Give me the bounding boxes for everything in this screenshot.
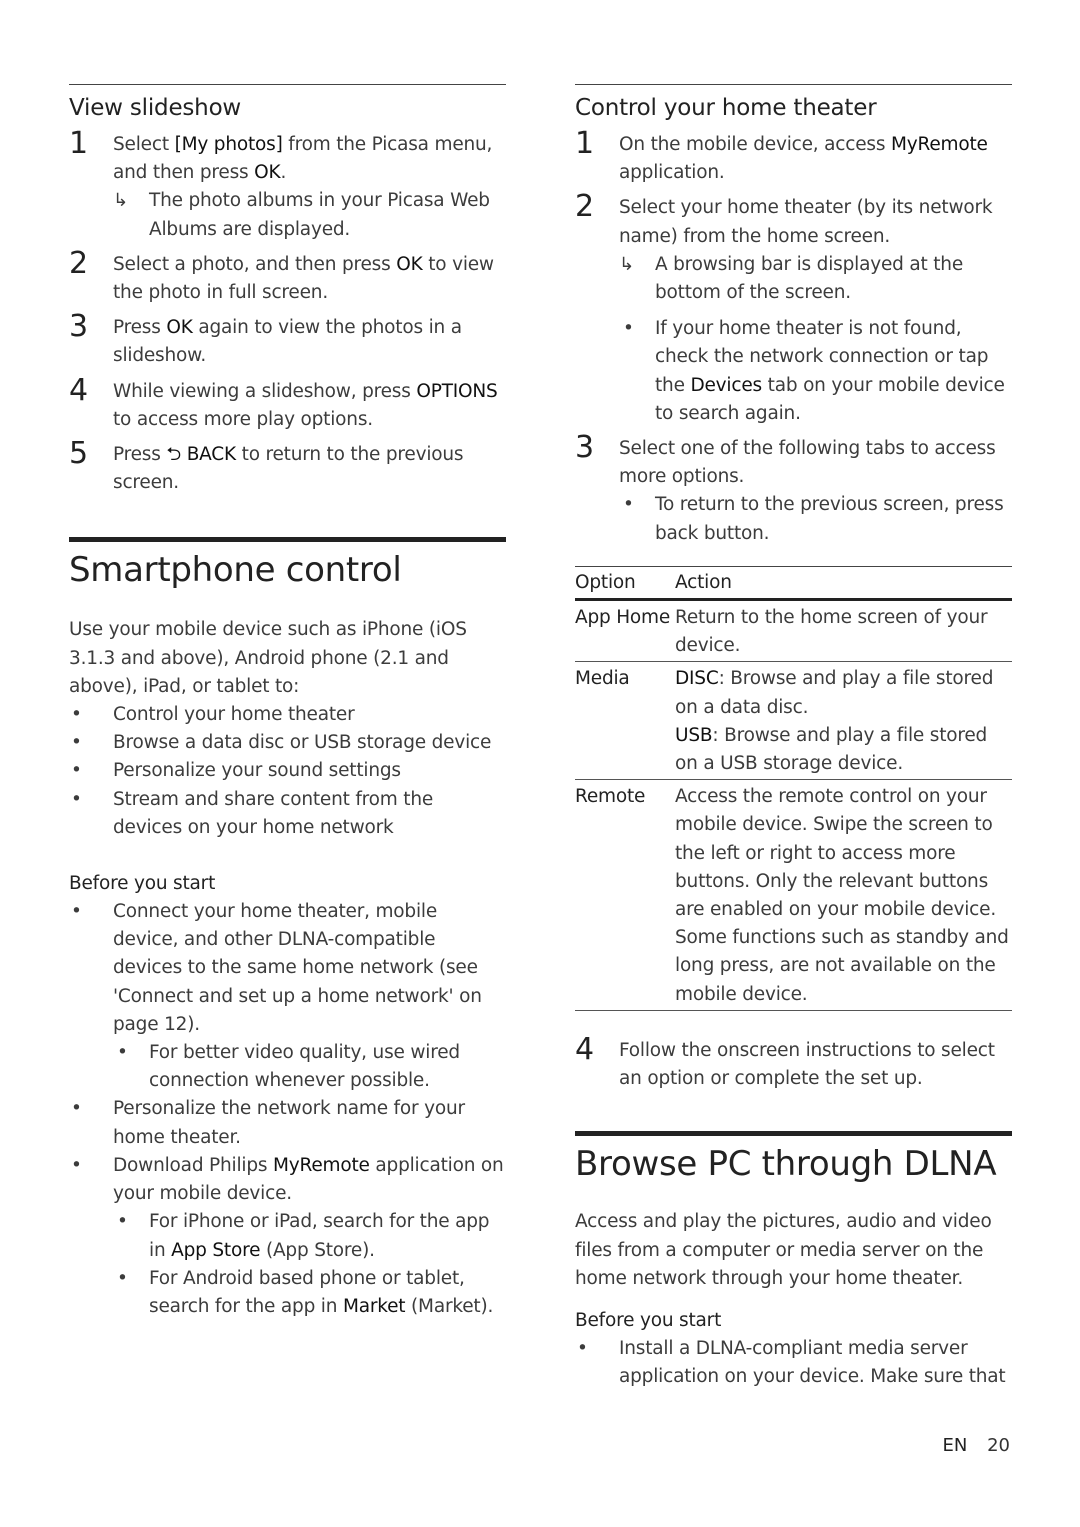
step-note: • To return to the previous screen, press… — [623, 494, 1004, 544]
section-rule-thick — [575, 1131, 1012, 1137]
column-header-option: Option — [575, 571, 636, 593]
smartphone-control-heading: Smartphone control — [69, 550, 402, 591]
dlna-intro: Access and play the pictures, audio and … — [575, 1211, 992, 1289]
page-number: 20 — [987, 1435, 1010, 1456]
step-2: 2 Select your home theater (by its netwo… — [575, 189, 1012, 428]
section-rule-thick — [69, 537, 506, 543]
list-item: • Browse a data disc or USB storage devic… — [71, 732, 492, 754]
page-footer: EN 20 — [943, 1435, 1010, 1456]
list-item: • Stream and share content from the devic… — [71, 788, 434, 838]
view-slideshow-heading: View slideshow — [69, 95, 242, 121]
step-2: 2 Select a photo, and then press OK to v… — [69, 245, 494, 304]
step-4: 4 While viewing a slideshow, press OPTIO… — [69, 372, 498, 430]
sub-list-item: • For Android based phone or tablet, sear… — [117, 1267, 494, 1317]
step-result: ↳ A browsing bar is displayed at the bot… — [619, 251, 1012, 307]
table-row: Remote Access the remote control on your… — [575, 780, 1012, 1011]
step-result: ↳ The photo albums in your Picasa Web Al… — [113, 187, 506, 243]
list-item: • Personalize your sound settings — [71, 760, 401, 782]
list-item: • Personalize the network name for your h… — [71, 1098, 465, 1148]
step-note: • If your home theater is not found, chec… — [623, 318, 1005, 424]
column-header-action: Action — [675, 571, 732, 593]
list-item: • Install a DLNA-compliant media server a… — [577, 1337, 1006, 1388]
step-1: 1 Select [My photos] from the Picasa men… — [69, 126, 506, 244]
list-item: • Download Philips MyRemote application o… — [69, 1152, 506, 1321]
result-arrow-icon: ↳ — [113, 190, 128, 212]
step-3: 3 Select one of the following tabs to ac… — [575, 430, 1012, 548]
table-row: App Home Return to the home screen of yo… — [575, 600, 1012, 662]
browse-pc-dlna-heading: Browse PC through DLNA — [575, 1144, 997, 1185]
section-rule — [69, 84, 506, 85]
sub-list-item: • For better video quality, use wired con… — [117, 1042, 460, 1092]
result-arrow-icon: ↳ — [619, 253, 634, 275]
step-5: 5 Press ⮌ BACK to return to the previous… — [69, 436, 464, 494]
step-4: 4 Follow the onscreen instructions to se… — [575, 1031, 995, 1090]
step-3: 3 Press OK again to view the photos in a… — [69, 309, 462, 367]
back-icon: ⮌ — [166, 444, 181, 466]
smartphone-intro: Use your mobile device such as iPhone (i… — [69, 619, 467, 697]
section-rule — [575, 84, 1012, 85]
sub-list-item: • For iPhone or iPad, search for the app … — [117, 1211, 490, 1261]
options-table: Option Action App Home Return to the hom… — [575, 566, 1012, 1011]
table-header-row: Option Action — [575, 566, 1012, 600]
right-column: Control your home theater 1 On the mobil… — [575, 84, 1012, 1391]
before-you-start-label: Before you start — [575, 1309, 722, 1331]
step-1: 1 On the mobile device, access MyRemote … — [575, 126, 988, 184]
list-item: • Control your home theater — [71, 704, 355, 726]
left-column: View slideshow 1 Select [My photos] from… — [69, 84, 506, 1321]
control-home-theater-heading: Control your home theater — [575, 95, 877, 121]
list-item: • Connect your home theater, mobile devic… — [69, 898, 506, 1095]
table-row: Media DISC: Browse and play a file store… — [575, 662, 1012, 780]
before-you-start-label: Before you start — [69, 873, 216, 895]
language-code: EN — [942, 1435, 968, 1456]
